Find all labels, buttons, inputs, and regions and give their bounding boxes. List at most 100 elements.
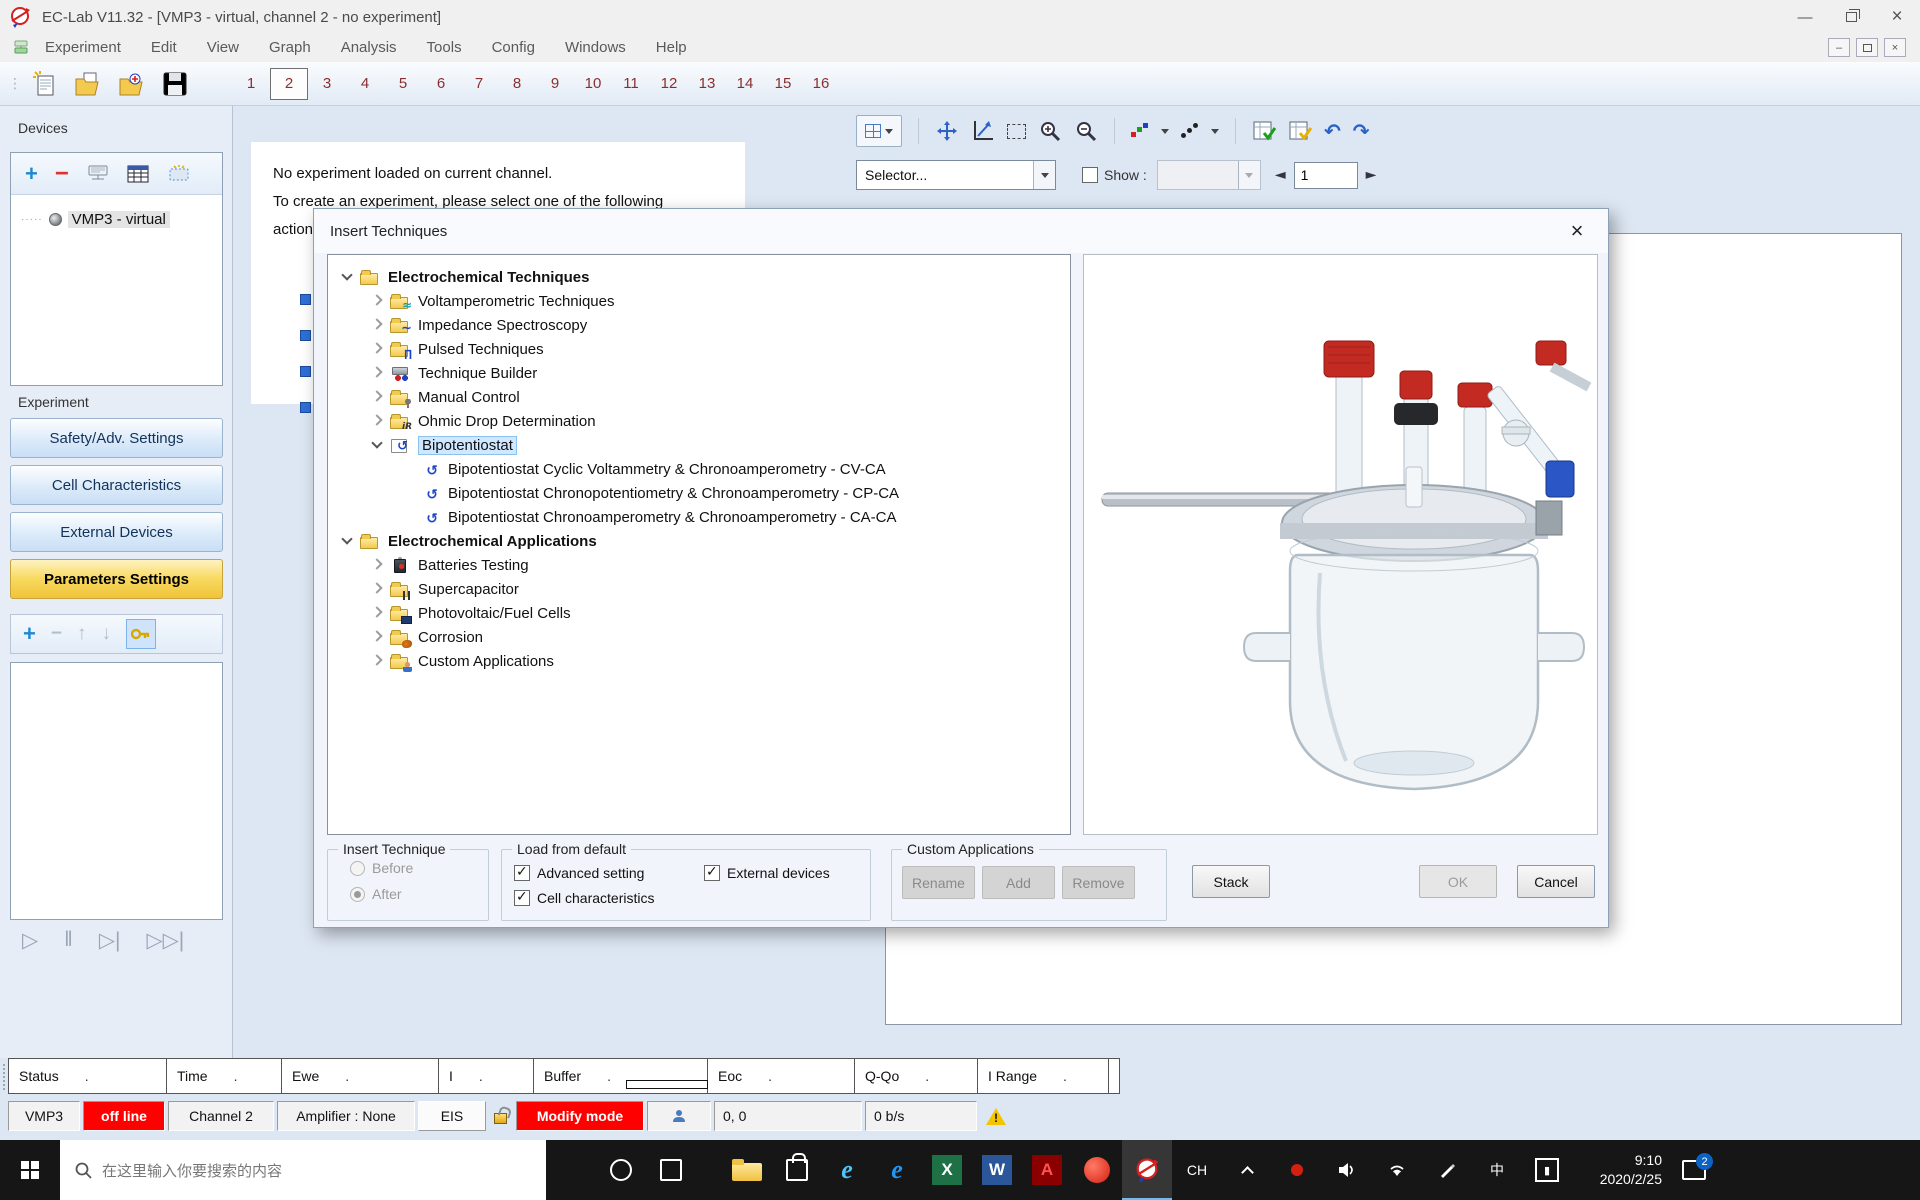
new-experiment-icon[interactable]	[32, 70, 58, 98]
zoom-select-icon[interactable]	[1007, 124, 1026, 139]
channel-button[interactable]: 16	[802, 68, 840, 100]
channel-button[interactable]: 15	[764, 68, 802, 100]
chevron-icon[interactable]	[370, 368, 384, 378]
channel-button[interactable]: 5	[384, 68, 422, 100]
ime-han-indicator[interactable]: 中	[1472, 1140, 1522, 1200]
show-checkbox[interactable]	[1082, 167, 1098, 183]
zoom-in-icon[interactable]	[1038, 119, 1062, 143]
selector-dropdown[interactable]: Selector...	[856, 160, 1056, 190]
restore-button[interactable]	[1828, 0, 1874, 34]
chevron-icon[interactable]	[370, 416, 384, 426]
next-technique-button[interactable]: ▷|	[99, 928, 121, 953]
word-button[interactable]: W	[972, 1140, 1022, 1200]
menu-item[interactable]: View	[192, 34, 254, 62]
channel-button[interactable]: 7	[460, 68, 498, 100]
menu-item[interactable]: Tools	[412, 34, 477, 62]
channel-button[interactable]: 4	[346, 68, 384, 100]
menu-item[interactable]: Edit	[136, 34, 192, 62]
channel-button[interactable]: 13	[688, 68, 726, 100]
open-modify-icon[interactable]	[118, 71, 146, 97]
dialog-close-icon[interactable]: ×	[1562, 218, 1592, 244]
run-button[interactable]: ▷	[22, 928, 38, 953]
chevron-icon[interactable]	[370, 320, 384, 330]
pan-icon[interactable]	[935, 119, 959, 143]
redo-icon[interactable]: ↷	[1353, 119, 1370, 143]
add-parameter-button[interactable]: +	[23, 624, 36, 644]
close-button[interactable]: ×	[1874, 0, 1920, 34]
chevron-icon[interactable]	[370, 344, 384, 354]
mdi-restore-button[interactable]	[1856, 38, 1878, 57]
zoom-out-icon[interactable]	[1074, 119, 1098, 143]
channel-button[interactable]: 8	[498, 68, 536, 100]
open-experiment-icon[interactable]	[74, 71, 102, 97]
tray-expand-button[interactable]	[1222, 1140, 1272, 1200]
graph-style-button[interactable]	[1131, 123, 1149, 139]
tree-item[interactable]: Corrosion	[328, 625, 1070, 649]
store-button[interactable]	[772, 1140, 822, 1200]
show-dropdown[interactable]	[1157, 160, 1261, 190]
next-page-arrow[interactable]: ►	[1366, 167, 1377, 183]
acrobat-button[interactable]: A	[1022, 1140, 1072, 1200]
tree-item[interactable]: Bipotentiostat Chronopotentiometry & Chr…	[328, 481, 1070, 505]
channel-button[interactable]: 3	[308, 68, 346, 100]
tree-item[interactable]: Technique Builder	[328, 361, 1070, 385]
data-table-icon[interactable]	[1252, 119, 1276, 143]
chevron-icon[interactable]	[370, 608, 384, 618]
chevron-icon[interactable]	[370, 296, 384, 306]
channel-button[interactable]: 1	[232, 68, 270, 100]
move-down-button[interactable]: ↓	[101, 623, 111, 645]
remove-device-button[interactable]: −	[55, 165, 69, 183]
pen-icon[interactable]	[1422, 1140, 1472, 1200]
channel-button[interactable]: 11	[612, 68, 650, 100]
tree-item[interactable]: Voltamperometric Techniques	[328, 289, 1070, 313]
ime-mode-icon[interactable]: ▮	[1522, 1140, 1572, 1200]
chevron-icon[interactable]	[370, 584, 384, 594]
experiment-button[interactable]: Safety/Adv. Settings	[10, 418, 223, 458]
device-tree-item[interactable]: ····· VMP3 - virtual	[21, 211, 222, 228]
stack-button[interactable]: Stack	[1192, 865, 1270, 898]
page-input[interactable]	[1294, 162, 1358, 189]
data-points-button[interactable]	[1181, 123, 1199, 139]
tray-gom-icon[interactable]	[1272, 1140, 1322, 1200]
mdi-minimize-button[interactable]: –	[1828, 38, 1850, 57]
tree-item[interactable]: Pulsed Techniques	[328, 337, 1070, 361]
graph-layout-button[interactable]	[856, 115, 902, 147]
channel-button[interactable]: 9	[536, 68, 574, 100]
remove-parameter-button[interactable]: −	[51, 623, 62, 645]
key-parameters-button[interactable]	[126, 619, 156, 649]
minimize-button[interactable]: —	[1782, 0, 1828, 34]
start-button[interactable]	[0, 1140, 60, 1200]
menu-item[interactable]: Windows	[550, 34, 641, 62]
tree-item[interactable]: Photovoltaic/Fuel Cells	[328, 601, 1070, 625]
ok-button[interactable]: OK	[1419, 865, 1497, 898]
edit-table-icon[interactable]	[1288, 119, 1312, 143]
channel-table-icon[interactable]	[127, 164, 149, 184]
action-center-button[interactable]: 2	[1662, 1140, 1726, 1200]
gom-button[interactable]	[1072, 1140, 1122, 1200]
channel-button[interactable]: 6	[422, 68, 460, 100]
insert-position-radio[interactable]: Before	[350, 860, 488, 876]
undo-icon[interactable]: ↶	[1324, 119, 1341, 143]
tree-item[interactable]: Ohmic Drop Determination	[328, 409, 1070, 433]
load-default-checkbox[interactable]: Cell characteristics	[514, 885, 704, 910]
tree-item[interactable]: Batteries Testing	[328, 553, 1070, 577]
experiment-button[interactable]: Parameters Settings	[10, 559, 223, 599]
chevron-icon[interactable]	[370, 656, 384, 666]
tree-item[interactable]: Supercapacitor	[328, 577, 1070, 601]
add-device-button[interactable]: +	[25, 164, 38, 184]
prev-page-arrow[interactable]: ◄	[1275, 167, 1286, 183]
load-default-checkbox[interactable]: External devices	[704, 860, 870, 885]
channel-button[interactable]: 10	[574, 68, 612, 100]
edge-button[interactable]: e	[872, 1140, 922, 1200]
network-icon[interactable]	[1372, 1140, 1422, 1200]
tree-item[interactable]: Custom Applications	[328, 649, 1070, 673]
device-connect-icon[interactable]	[86, 164, 110, 184]
tree-item[interactable]: Impedance Spectroscopy	[328, 313, 1070, 337]
clock[interactable]: 9:10 2020/2/25	[1572, 1151, 1662, 1189]
axes-icon[interactable]	[971, 119, 995, 143]
skip-button[interactable]: ▷▷|	[146, 928, 184, 953]
file-explorer-button[interactable]	[722, 1140, 772, 1200]
pause-button[interactable]: ‖	[64, 928, 73, 953]
tree-item[interactable]: Bipotentiostat Chronoamperometry & Chron…	[328, 505, 1070, 529]
channel-button[interactable]: 12	[650, 68, 688, 100]
